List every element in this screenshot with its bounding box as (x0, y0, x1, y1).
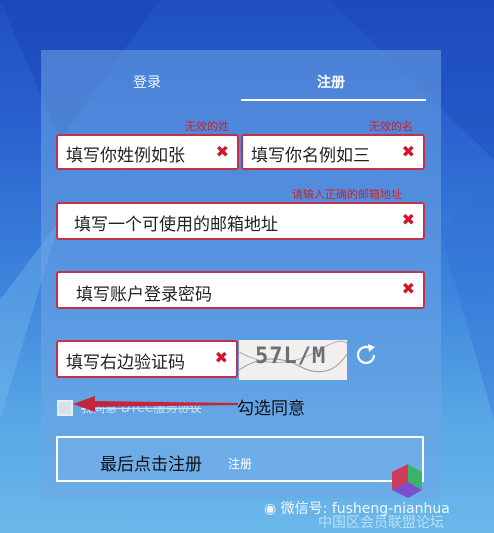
surname-field-text: 填写你姓例如张 (66, 146, 185, 166)
register-button-small-label: 注册 (228, 457, 253, 471)
captcha-code: 57L/M (255, 344, 327, 369)
watermark-2: 中国区会员联盟论坛 (318, 512, 444, 532)
register-panel: 登录 注册 无效的姓 无效的名 填写你姓例如张 ✖ 填写你名例如三 ✖ 请输入正… (41, 50, 441, 498)
captcha-image[interactable]: 57L/M (239, 340, 347, 380)
close-icon[interactable]: ✖ (215, 348, 228, 367)
email-field-text: 填写一个可使用的邮箱地址 (74, 215, 278, 235)
surname-field[interactable]: 填写你姓例如张 ✖ (56, 134, 239, 170)
refresh-icon[interactable] (353, 342, 379, 368)
email-field[interactable]: 填写一个可使用的邮箱地址 ✖ (56, 202, 425, 240)
surname-error: 无效的姓 (185, 120, 229, 133)
captcha-field[interactable]: 填写右边验证码 ✖ (56, 340, 238, 378)
captcha-field-text: 填写右边验证码 (66, 353, 185, 373)
tab-register[interactable]: 注册 (317, 72, 345, 92)
close-icon[interactable]: ✖ (402, 142, 415, 161)
decorative-cube (392, 464, 422, 498)
watermark-line-2: 中国区会员联盟论坛 (318, 515, 444, 531)
close-icon[interactable]: ✖ (216, 142, 229, 161)
arrow-left-icon (73, 396, 238, 412)
check-annotation: 勾选同意 (237, 399, 305, 419)
given-name-field-text: 填写你名例如三 (251, 146, 370, 166)
given-name-field[interactable]: 填写你名例如三 ✖ (241, 134, 425, 170)
register-button-label: 最后点击注册 (100, 455, 202, 475)
active-tab-indicator (241, 99, 426, 101)
given-name-error: 无效的名 (369, 120, 413, 133)
password-field-text: 填写账户登录密码 (76, 285, 212, 305)
tab-login[interactable]: 登录 (133, 72, 161, 92)
password-field[interactable]: 填写账户登录密码 ✖ (56, 271, 425, 309)
email-error: 请输入正确的邮箱地址 (292, 188, 402, 201)
close-icon[interactable]: ✖ (402, 210, 415, 229)
register-button[interactable]: 最后点击注册 注册 (56, 436, 424, 482)
close-icon[interactable]: ✖ (402, 279, 415, 298)
wechat-icon: ◉ (264, 501, 281, 517)
agree-checkbox[interactable] (57, 400, 73, 416)
